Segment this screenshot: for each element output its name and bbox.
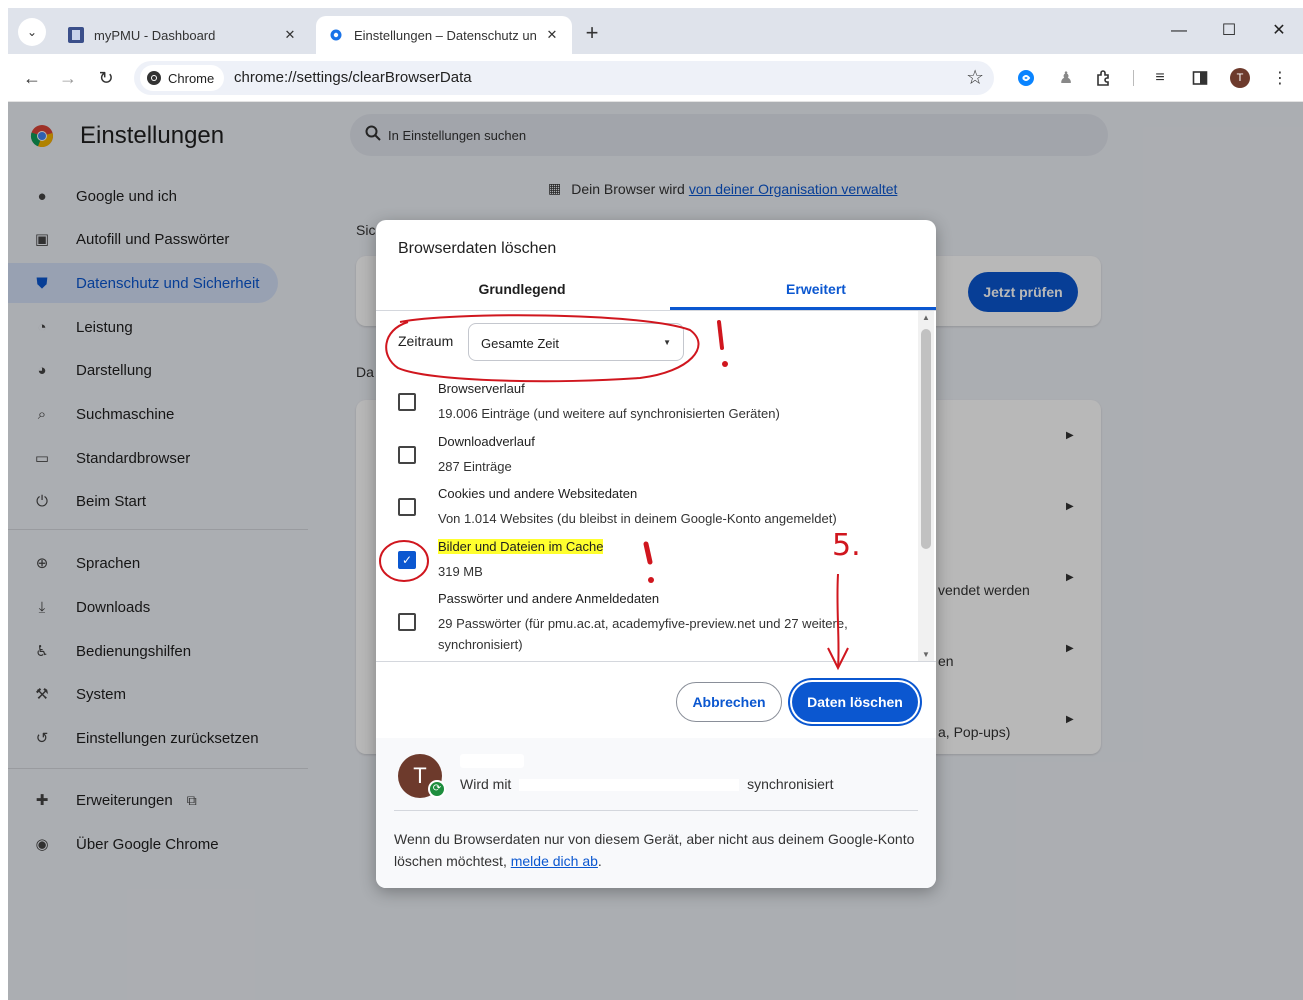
dialog-scroll-area: Zeitraum Gesamte Zeit ▼ Browserverlauf 1… bbox=[376, 311, 936, 661]
side-panel-icon[interactable] bbox=[1188, 66, 1212, 90]
note-end: . bbox=[597, 853, 602, 869]
item-title: Browserverlauf bbox=[438, 381, 525, 396]
tab-settings[interactable]: Einstellungen – Datenschutz un ✕ bbox=[316, 16, 572, 54]
account-section: T ⟳ Wird mit synchronisiert Wenn du Brow… bbox=[376, 738, 936, 888]
scroll-down-icon[interactable]: ▼ bbox=[922, 650, 930, 659]
annotation-step-label: 5. bbox=[832, 528, 861, 563]
item-subtitle: 19.006 Einträge (und weitere auf synchro… bbox=[438, 406, 780, 421]
item-subtitle: 319 MB bbox=[438, 564, 483, 579]
settings-gear-icon bbox=[330, 29, 342, 41]
item-subtitle: 29 Passwörter (für pmu.ac.at, academyfiv… bbox=[438, 616, 848, 652]
checkmark-icon: ✓ bbox=[401, 553, 413, 567]
menu-kebab-icon[interactable]: ⋮ bbox=[1268, 66, 1292, 90]
checkbox-cache[interactable]: ✓ bbox=[398, 551, 416, 569]
checkbox-history[interactable] bbox=[398, 393, 416, 411]
close-icon: ✕ bbox=[1272, 22, 1286, 39]
browser-toolbar: ← → ↻ Chrome chrome://settings/clearBrow… bbox=[8, 54, 1303, 102]
arrow-right-icon: → bbox=[59, 68, 77, 88]
checkbox-downloads[interactable] bbox=[398, 446, 416, 464]
chevron-down-icon: ⌄ bbox=[26, 25, 38, 39]
extension-incognito-icon[interactable]: ♟ bbox=[1054, 66, 1078, 90]
minimize-button[interactable]: — bbox=[1156, 14, 1202, 48]
item-title: Passwörter und andere Anmeldedaten bbox=[438, 591, 660, 606]
bookmark-star-icon[interactable]: ☆ bbox=[966, 65, 984, 90]
sign-out-link[interactable]: melde dich ab bbox=[511, 853, 598, 869]
redacted-email bbox=[519, 779, 740, 792]
avatar: T bbox=[1230, 68, 1250, 88]
dropdown-arrow-icon: ▼ bbox=[663, 338, 671, 347]
tab-title: Einstellungen – Datenschutz un bbox=[354, 27, 537, 43]
forward-button[interactable]: → bbox=[54, 64, 82, 92]
item-title: Downloadverlauf bbox=[438, 434, 535, 449]
list-item-passwords[interactable]: Passwörter und andere Anmeldedaten 29 Pa… bbox=[376, 587, 916, 652]
sync-icon: ⟳ bbox=[428, 780, 446, 798]
maximize-icon: ☐ bbox=[1221, 22, 1237, 39]
account-divider bbox=[394, 810, 918, 811]
checkbox-passwords[interactable] bbox=[398, 613, 416, 631]
time-range-select[interactable]: Gesamte Zeit ▼ bbox=[468, 323, 684, 361]
delete-data-button[interactable]: Daten löschen bbox=[792, 682, 918, 722]
dialog-divider bbox=[376, 661, 936, 662]
reload-button[interactable]: ↻ bbox=[92, 64, 120, 92]
back-button[interactable]: ← bbox=[18, 64, 46, 92]
list-item-downloads[interactable]: Downloadverlauf 287 Einträge bbox=[376, 430, 916, 482]
tab-basic[interactable]: Grundlegend bbox=[376, 276, 668, 310]
time-range-value: Gesamte Zeit bbox=[481, 336, 560, 351]
extensions-puzzle-icon[interactable] bbox=[1092, 66, 1116, 90]
item-subtitle: 287 Einträge bbox=[438, 459, 512, 474]
address-bar[interactable]: Chrome chrome://settings/clearBrowserDat… bbox=[134, 61, 994, 95]
sign-out-note: Wenn du Browserdaten nur von diesem Gerä… bbox=[394, 828, 924, 872]
tab-search-button[interactable]: ⌄ bbox=[18, 18, 46, 46]
close-window-button[interactable]: ✕ bbox=[1256, 14, 1302, 48]
new-tab-button[interactable]: + bbox=[578, 20, 606, 48]
list-item-history[interactable]: Browserverlauf 19.006 Einträge (und weit… bbox=[376, 377, 916, 429]
note-text: Wenn du Browserdaten nur von diesem Gerä… bbox=[394, 831, 915, 869]
sync-status: Wird mit synchronisiert bbox=[460, 776, 833, 792]
scrollbar[interactable]: ▲ ▼ bbox=[918, 311, 934, 661]
profile-button[interactable]: T bbox=[1228, 66, 1252, 90]
item-title: Cookies und andere Websitedaten bbox=[438, 486, 638, 501]
sync-suffix: synchronisiert bbox=[747, 776, 834, 792]
time-range-label: Zeitraum bbox=[398, 333, 454, 349]
toolbar-separator bbox=[1133, 70, 1134, 86]
scrollbar-thumb[interactable] bbox=[921, 329, 931, 549]
site-info-chip[interactable]: Chrome bbox=[140, 65, 225, 91]
mypmu-favicon-icon bbox=[68, 27, 84, 43]
tab-strip: ⌄ myPMU - Dashboard ✕ Einstellungen – Da… bbox=[8, 8, 1303, 54]
close-tab-icon[interactable]: ✕ bbox=[282, 27, 298, 43]
tab-title: myPMU - Dashboard bbox=[94, 27, 216, 43]
url-text[interactable]: chrome://settings/clearBrowserData bbox=[234, 69, 472, 86]
checkbox-cookies[interactable] bbox=[398, 498, 416, 516]
tab-mypmu[interactable]: myPMU - Dashboard ✕ bbox=[56, 16, 310, 54]
chip-label: Chrome bbox=[168, 70, 215, 86]
close-tab-icon[interactable]: ✕ bbox=[544, 27, 560, 43]
list-item-cookies[interactable]: Cookies und andere Websitedaten Von 1.01… bbox=[376, 482, 916, 534]
chrome-icon bbox=[147, 71, 161, 85]
item-subtitle: Von 1.014 Websites (du bleibst in deinem… bbox=[438, 511, 837, 526]
tab-advanced[interactable]: Erweitert bbox=[670, 276, 936, 310]
dialog-title: Browserdaten löschen bbox=[398, 240, 557, 257]
item-title: Bilder und Dateien im Cache bbox=[438, 539, 604, 554]
cancel-button[interactable]: Abbrechen bbox=[676, 682, 782, 722]
maximize-button[interactable]: ☐ bbox=[1206, 14, 1252, 48]
reload-icon: ↻ bbox=[98, 68, 114, 88]
minimize-icon: — bbox=[1171, 22, 1187, 39]
reading-list-icon[interactable]: ≡ bbox=[1148, 66, 1172, 90]
arrow-left-icon: ← bbox=[23, 68, 41, 88]
account-name-redacted bbox=[460, 754, 524, 771]
sync-prefix: Wird mit bbox=[460, 776, 512, 792]
scroll-up-icon[interactable]: ▲ bbox=[922, 313, 930, 322]
extension-shazam-icon[interactable] bbox=[1014, 66, 1038, 90]
